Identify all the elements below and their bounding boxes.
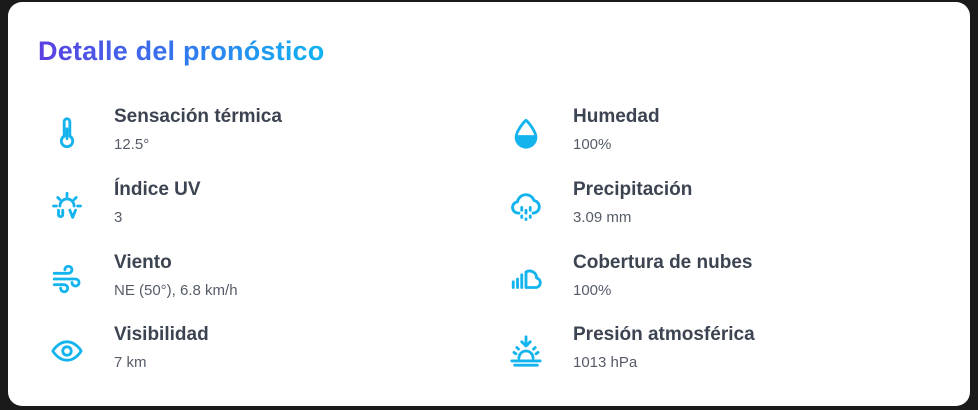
detail-value: 7 km	[114, 354, 147, 371]
pressure-icon	[507, 332, 545, 370]
detail-value: 3.09 mm	[573, 209, 632, 226]
detail-item-cloud-cover: Cobertura de nubes 100%	[507, 252, 907, 312]
eye-icon	[48, 332, 86, 370]
detail-value: 100%	[573, 282, 612, 299]
detail-value: 3	[114, 209, 123, 226]
droplet-icon	[507, 114, 545, 152]
detail-item-feels-like: Sensación térmica 12.5°	[48, 106, 448, 166]
detail-label: Sensación térmica	[114, 106, 282, 127]
detail-item-pressure: Presión atmosférica 1013 hPa	[507, 324, 907, 384]
detail-value: NE (50°), 6.8 km/h	[114, 282, 238, 299]
card-title: Detalle del pronóstico	[38, 36, 325, 66]
detail-value: 1013 hPa	[573, 354, 638, 371]
detail-item-precipitation: Precipitación 3.09 mm	[507, 179, 907, 239]
forecast-detail-card: Detalle del pronóstico Sensación térmica…	[8, 2, 970, 406]
detail-value: 100%	[573, 136, 612, 153]
detail-label: Cobertura de nubes	[573, 252, 753, 273]
wind-icon	[48, 260, 86, 298]
detail-item-visibility: Visibilidad 7 km	[48, 324, 448, 384]
detail-label: Precipitación	[573, 179, 693, 200]
uv-index-icon	[48, 187, 86, 225]
cloud-cover-icon	[507, 260, 545, 298]
detail-label: Viento	[114, 252, 172, 273]
detail-item-wind: Viento NE (50°), 6.8 km/h	[48, 252, 448, 312]
thermometer-icon	[48, 114, 86, 152]
cloud-rain-icon	[507, 187, 545, 225]
detail-label: Índice UV	[114, 179, 201, 200]
detail-item-humidity: Humedad 100%	[507, 106, 907, 166]
detail-value: 12.5°	[114, 136, 150, 153]
detail-label: Visibilidad	[114, 324, 209, 345]
detail-label: Humedad	[573, 106, 660, 127]
detail-label: Presión atmosférica	[573, 324, 755, 345]
detail-item-uv-index: Índice UV 3	[48, 179, 448, 239]
